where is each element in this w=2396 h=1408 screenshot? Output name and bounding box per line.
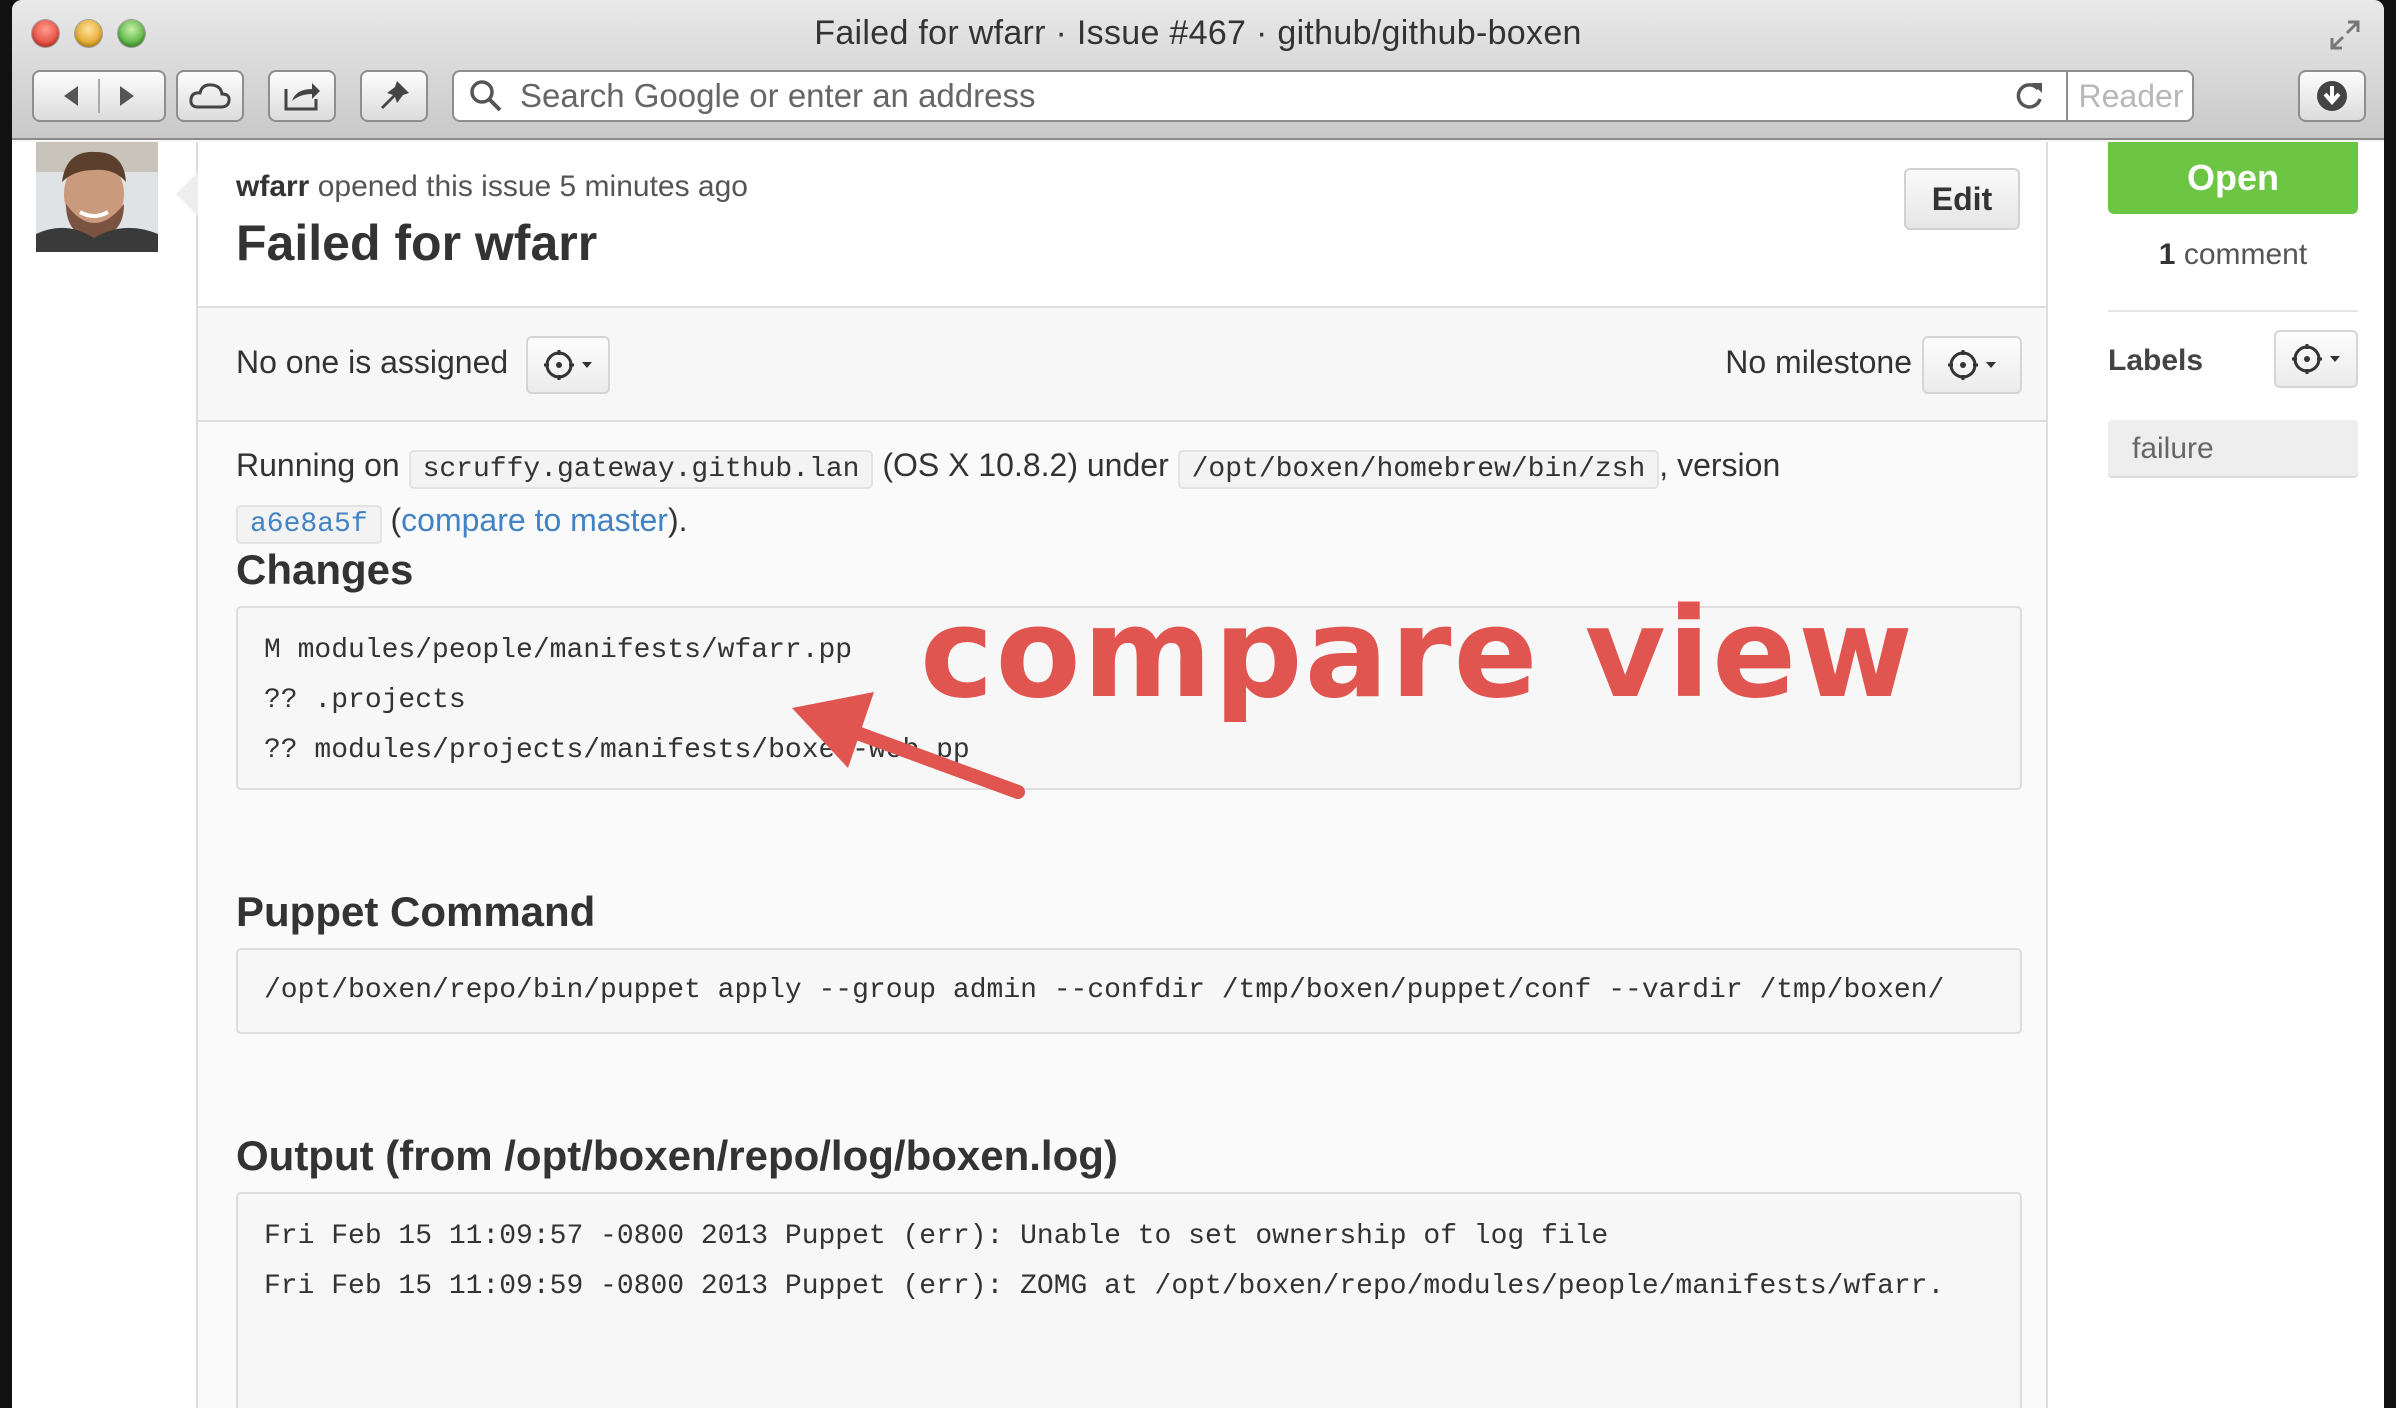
- gear-icon: [1948, 350, 1978, 380]
- annotation-text: compare view: [920, 582, 1915, 726]
- version-text: , version: [1659, 447, 1781, 483]
- browser-toolbar: Failed for wfarr · Issue #467 · github/g…: [12, 0, 2384, 140]
- downloads-button[interactable]: [2298, 70, 2366, 122]
- comment-count: 1 comment: [2108, 238, 2358, 272]
- issue-title: Failed for wfarr: [236, 215, 598, 271]
- avatar-image: [36, 142, 158, 252]
- chevron-down-icon: [2330, 356, 2340, 362]
- label-failure[interactable]: failure: [2108, 420, 2358, 478]
- share-button[interactable]: [268, 70, 336, 122]
- compare-open-paren: (: [390, 502, 402, 538]
- comment-count-word: comment: [2183, 238, 2308, 271]
- browser-window: Failed for wfarr · Issue #467 · github/g…: [12, 0, 2384, 1408]
- forward-arrow-icon[interactable]: [116, 84, 138, 108]
- run-info: Running on scruffy.gateway.github.lan (O…: [236, 440, 2022, 550]
- assignment-bar: No one is assigned No milestone: [198, 308, 2046, 422]
- edit-button[interactable]: Edit: [1904, 168, 2020, 230]
- chevron-down-icon: [582, 362, 592, 368]
- reload-icon[interactable]: [2012, 79, 2046, 113]
- milestone-gear-button[interactable]: [1922, 336, 2022, 394]
- opened-text: opened this issue 5 minutes ago: [317, 170, 748, 203]
- labels-gear-button[interactable]: [2274, 330, 2358, 388]
- author-avatar[interactable]: [36, 142, 158, 252]
- search-icon: [470, 80, 502, 112]
- nav-divider: [98, 79, 100, 113]
- output-heading: Output (from /opt/boxen/repo/log/boxen.l…: [236, 1132, 1118, 1179]
- assignee-text: No one is assigned: [236, 344, 509, 380]
- running-on-text: Running on: [236, 447, 400, 483]
- icloud-tabs-button[interactable]: [176, 70, 244, 122]
- reader-button[interactable]: Reader: [2066, 70, 2194, 122]
- output-line: Fri Feb 15 11:09:59 -0800 2013 Puppet (e…: [264, 1271, 1945, 1302]
- puppet-command-block: /opt/boxen/repo/bin/puppet apply --group…: [236, 948, 2022, 1034]
- download-icon: [2317, 81, 2347, 111]
- pin-button[interactable]: [360, 70, 428, 122]
- chevron-down-icon: [1986, 362, 1996, 368]
- page-content: wfarr opened this issue 5 minutes ago Fa…: [12, 142, 2384, 1408]
- address-input[interactable]: [520, 74, 2012, 118]
- sidebar-divider: [2108, 310, 2358, 312]
- issue-body: Running on scruffy.gateway.github.lan (O…: [236, 440, 2022, 1408]
- changes-heading: Changes: [236, 546, 414, 593]
- gear-icon: [544, 350, 574, 380]
- compare-to-master-link[interactable]: compare to master: [401, 502, 668, 538]
- compare-close-paren: ).: [667, 502, 688, 538]
- output-block: Fri Feb 15 11:09:57 -0800 2013 Puppet (e…: [236, 1192, 2022, 1408]
- issue-meta: wfarr opened this issue 5 minutes ago: [236, 170, 748, 204]
- gear-icon: [2292, 344, 2322, 374]
- shell-code: /opt/boxen/homebrew/bin/zsh: [1177, 450, 1660, 489]
- milestone-text: No milestone: [1725, 344, 1912, 380]
- address-bar[interactable]: [452, 70, 2194, 122]
- labels-title: Labels: [2108, 344, 2204, 377]
- author-link[interactable]: wfarr: [236, 170, 309, 203]
- puppet-command-line: /opt/boxen/repo/bin/puppet apply --group…: [264, 975, 1945, 1006]
- issue-header: wfarr opened this issue 5 minutes ago Fa…: [198, 142, 2046, 308]
- cloud-icon: [189, 83, 231, 109]
- issue-state-badge: Open: [2108, 142, 2358, 214]
- back-forward-group: [32, 70, 166, 122]
- back-arrow-icon[interactable]: [60, 84, 82, 108]
- assignee-gear-button[interactable]: [526, 336, 610, 394]
- window-title: Failed for wfarr · Issue #467 · github/g…: [814, 14, 1582, 52]
- issue-discussion: wfarr opened this issue 5 minutes ago Fa…: [176, 142, 2048, 1408]
- fullscreen-icon[interactable]: [2328, 18, 2362, 52]
- os-text: (OS X 10.8.2) under: [882, 447, 1169, 483]
- changes-line: ?? modules/projects/manifests/boxen-web.…: [264, 735, 970, 766]
- puppet-command-heading: Puppet Command: [236, 888, 596, 935]
- host-code: scruffy.gateway.github.lan: [408, 450, 874, 489]
- share-icon: [284, 83, 320, 111]
- pin-icon: [381, 81, 409, 109]
- comment-count-number: 1: [2158, 238, 2176, 271]
- output-line: Fri Feb 15 11:09:57 -0800 2013 Puppet (e…: [264, 1221, 1609, 1252]
- commit-link[interactable]: a6e8a5f: [236, 505, 382, 544]
